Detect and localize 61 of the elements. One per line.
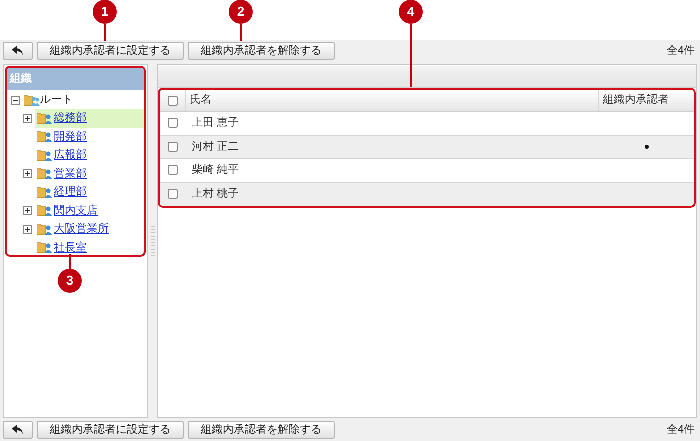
column-header[interactable]: 組織内承認者 bbox=[603, 92, 669, 109]
checkbox[interactable] bbox=[168, 118, 178, 128]
folder-person-icon bbox=[37, 222, 53, 236]
action-button[interactable]: 組織内承認者に設定する bbox=[37, 421, 184, 439]
expander-icon[interactable] bbox=[23, 169, 32, 178]
leader-line bbox=[104, 24, 106, 41]
action-button[interactable]: 組織内承認者を解除する bbox=[188, 42, 335, 60]
folder-person-icon bbox=[37, 112, 53, 125]
leader-line bbox=[240, 24, 242, 41]
folder-person-icon bbox=[37, 130, 53, 144]
folder-person-icon bbox=[37, 186, 53, 199]
tree-item[interactable]: 経理部 bbox=[35, 183, 144, 202]
leader-line bbox=[69, 254, 71, 269]
panel-header: 組織 bbox=[7, 68, 144, 90]
record-count: 全4件 bbox=[666, 44, 695, 59]
tree-link[interactable]: 社長室 bbox=[54, 240, 87, 255]
callout-badge: 4 bbox=[399, 0, 423, 24]
table-cell: 上村 桃子 bbox=[192, 188, 240, 200]
checkbox[interactable] bbox=[168, 142, 178, 152]
expander-icon[interactable] bbox=[23, 206, 32, 216]
action-button[interactable]: 組織内承認者を解除する bbox=[188, 421, 335, 439]
expander-icon[interactable] bbox=[23, 224, 32, 234]
table-cell: 柴崎 純平 bbox=[192, 164, 240, 176]
folder-person-icon bbox=[37, 204, 53, 218]
folder-person-icon bbox=[37, 148, 53, 162]
tree-item[interactable]: 総務部 bbox=[35, 109, 144, 128]
back-arrow-icon[interactable] bbox=[12, 46, 24, 56]
tree-item[interactable]: 営業部 bbox=[35, 164, 144, 183]
tree-link[interactable]: 大阪営業所 bbox=[54, 221, 109, 238]
splitter-handle[interactable] bbox=[150, 226, 154, 256]
folder-person-icon bbox=[37, 241, 53, 254]
expander-icon[interactable] bbox=[11, 96, 20, 104]
table-cell: 河村 正二 bbox=[192, 140, 240, 152]
callout-badge: 1 bbox=[93, 0, 117, 24]
tree-link[interactable]: 営業部 bbox=[54, 166, 87, 182]
folder-group-icon bbox=[24, 94, 40, 106]
tree-link[interactable]: 開発部 bbox=[54, 128, 87, 145]
tree-link[interactable]: 経理部 bbox=[54, 184, 87, 200]
tree-link[interactable]: 総務部 bbox=[54, 110, 87, 126]
tree-item[interactable]: 広報部 bbox=[35, 146, 144, 164]
table-cell: 上田 恵子 bbox=[192, 117, 240, 129]
back-button[interactable] bbox=[3, 42, 33, 60]
column-header[interactable]: 氏名 bbox=[190, 92, 212, 109]
checkbox[interactable] bbox=[168, 96, 178, 106]
tree-item[interactable]: 社長室 bbox=[35, 238, 144, 255]
action-button[interactable]: 組織内承認者に設定する bbox=[37, 42, 184, 60]
tree-link[interactable]: 広報部 bbox=[54, 147, 87, 164]
leader-line bbox=[410, 24, 412, 87]
tree-node-label[interactable]: ルート bbox=[40, 92, 73, 108]
callout-badge: 2 bbox=[229, 0, 253, 24]
checkbox[interactable] bbox=[168, 165, 178, 176]
back-button[interactable] bbox=[3, 421, 33, 439]
tree-item[interactable]: 開発部 bbox=[35, 128, 144, 146]
record-count: 全4件 bbox=[666, 422, 695, 438]
tree-item[interactable]: 大阪営業所 bbox=[35, 220, 144, 238]
tree-item[interactable]: 関内支店 bbox=[35, 202, 144, 220]
expander-icon[interactable] bbox=[23, 114, 32, 123]
back-arrow-icon[interactable] bbox=[12, 425, 24, 435]
checkbox[interactable] bbox=[168, 189, 178, 200]
folder-person-icon bbox=[37, 167, 53, 180]
tree-link[interactable]: 関内支店 bbox=[54, 202, 98, 219]
